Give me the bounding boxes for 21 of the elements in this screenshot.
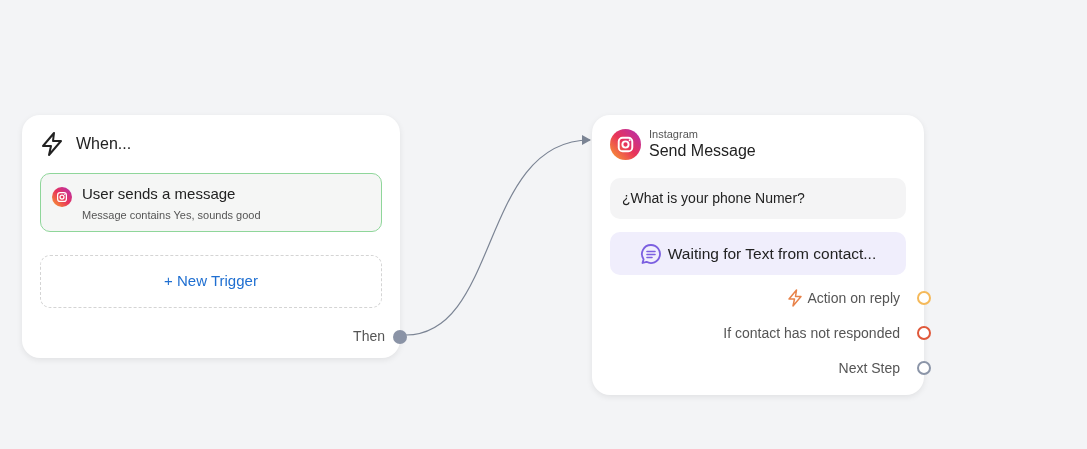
new-trigger-button[interactable]: + New Trigger — [40, 255, 382, 308]
trigger-card[interactable]: User sends a message Message contains Yes, sounds good — [40, 173, 382, 232]
message-bubble[interactable]: ¿What is your phone Numer? — [610, 178, 906, 219]
output-label: If contact has not responded — [723, 323, 900, 343]
camera-icon — [52, 187, 72, 207]
chat-bubble-icon — [639, 242, 662, 265]
node-title: When... — [76, 134, 132, 154]
output-handle[interactable] — [917, 326, 931, 340]
channel-label: Instagram — [649, 128, 699, 141]
output-label: Action on reply — [807, 288, 900, 308]
camera-icon — [610, 129, 641, 160]
lightning-icon — [787, 289, 804, 307]
waiting-status: Waiting for Text from contact... — [667, 243, 877, 264]
trigger-condition: Message contains Yes, sounds good — [82, 208, 261, 223]
lightning-icon — [40, 131, 64, 157]
output-handle[interactable] — [917, 361, 931, 375]
output-handle[interactable] — [917, 291, 931, 305]
output-label: Next Step — [838, 358, 900, 378]
node-title: Send Message — [649, 141, 756, 161]
trigger-title: User sends a message — [82, 185, 237, 203]
output-label: Then — [353, 327, 385, 346]
